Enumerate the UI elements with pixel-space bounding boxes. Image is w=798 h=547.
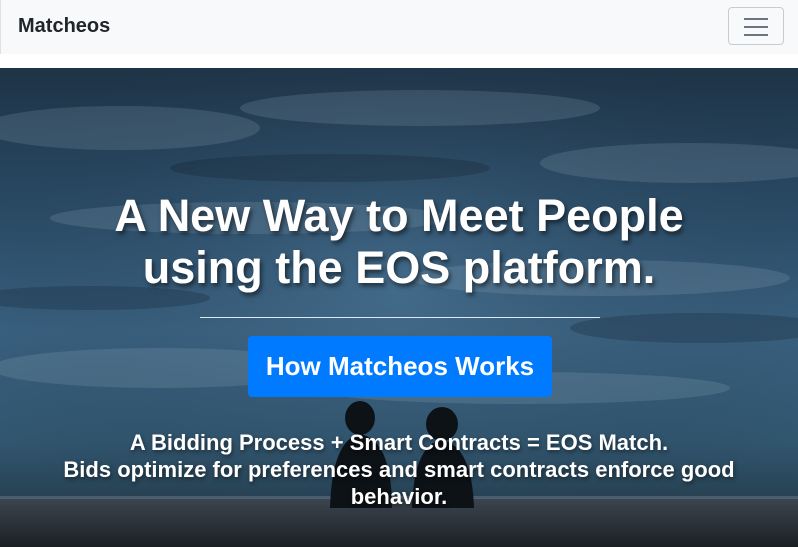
navbar-toggler-button[interactable] bbox=[728, 7, 784, 45]
navbar-spacer bbox=[0, 54, 798, 68]
headline-line-2: using the EOS platform. bbox=[142, 242, 656, 293]
hamburger-menu-icon bbox=[744, 18, 768, 36]
hero-section: A New Way to Meet People using the EOS p… bbox=[0, 68, 798, 547]
brand-link[interactable]: Matcheos bbox=[18, 15, 110, 38]
hero-tagline: A Bidding Process + Smart Contracts = EO… bbox=[40, 429, 758, 510]
tagline-line-2: Bids optimize for preferences and smart … bbox=[63, 457, 735, 509]
hero-headline: A New Way to Meet People using the EOS p… bbox=[0, 190, 798, 294]
navbar: Matcheos bbox=[0, 0, 798, 54]
hero-divider bbox=[200, 317, 600, 318]
headline-line-1: A New Way to Meet People bbox=[114, 190, 684, 241]
tagline-line-1: A Bidding Process + Smart Contracts = EO… bbox=[129, 430, 669, 455]
how-matcheos-works-button[interactable]: How Matcheos Works bbox=[248, 336, 552, 397]
